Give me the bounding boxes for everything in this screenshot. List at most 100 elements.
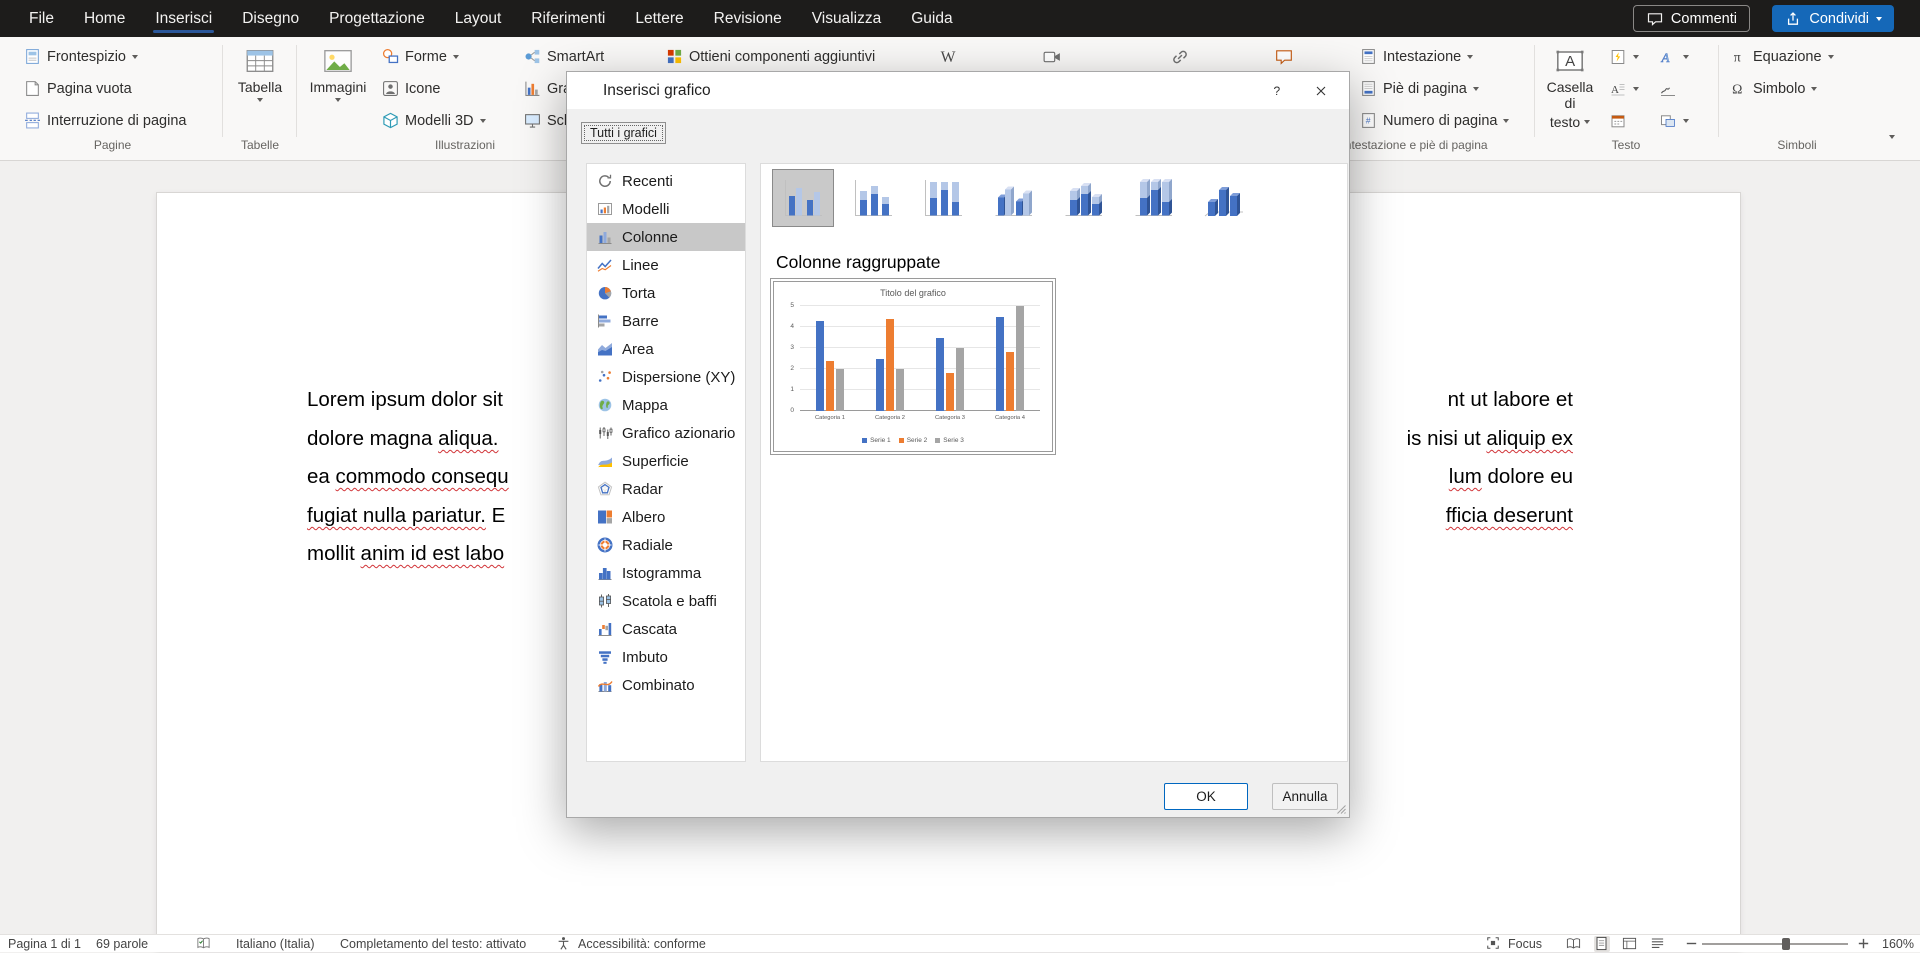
accessibility-icon[interactable] [556,936,572,952]
zoom-out-button[interactable] [1684,936,1700,952]
chart-category-colonne[interactable]: Colonne [587,223,745,251]
menu-tab-disegno[interactable]: Disegno [227,0,314,37]
chart-subtype-thumbnails [772,169,1254,227]
chart-category-barre[interactable]: Barre [587,307,745,335]
web-layout-button-icon[interactable] [1622,936,1638,952]
chart-category-linee[interactable]: Linee [587,251,745,279]
drop-cap-button[interactable]: A [1604,75,1644,102]
text-box-button[interactable]: A Casella di testo [1540,41,1600,137]
link-button[interactable] [1166,43,1194,70]
status-accessibility[interactable]: Accessibilità: conforme [578,935,706,953]
read-mode-button-icon[interactable] [1566,936,1582,952]
menu-tab-revisione[interactable]: Revisione [699,0,797,37]
resize-grip[interactable] [1332,800,1348,816]
chart-category-area[interactable]: Area [587,335,745,363]
3d-models-button[interactable]: Modelli 3D [376,107,491,134]
document-text-line: fficia deserunt [1446,504,1573,528]
chart-category-mappa[interactable]: Mappa [587,391,745,419]
proofing-icon[interactable] [196,936,212,952]
category-label: Dispersione (XY) [622,369,735,386]
menu-tab-visualizza[interactable]: Visualizza [797,0,897,37]
wikipedia-button[interactable]: W [935,43,963,70]
chart-category-albero[interactable]: Albero [587,503,745,531]
chart-subtype-1[interactable] [772,169,834,227]
chart-subtype-4[interactable] [982,169,1044,227]
shapes-button[interactable]: Forme [376,43,464,70]
page-number-button[interactable]: # Numero di pagina [1354,107,1514,134]
date-time-button[interactable] [1604,107,1632,134]
help-button[interactable]: ? [1255,72,1299,109]
chart-category-istogramma[interactable]: Istogramma [587,559,745,587]
focus-button[interactable]: Focus [1508,935,1542,953]
menu-tab-home[interactable]: Home [69,0,140,37]
icons-button[interactable]: Icone [376,75,445,102]
status-page-indicator[interactable]: Pagina 1 di 1 [8,935,81,953]
zoom-slider-thumb[interactable] [1782,938,1790,950]
status-text-completion[interactable]: Completamento del testo: attivato [340,935,526,953]
menu-tab-guida[interactable]: Guida [896,0,967,37]
online-video-button[interactable] [1038,43,1066,70]
zoom-slider[interactable] [1702,943,1848,945]
chart-category-imbuto[interactable]: Imbuto [587,643,745,671]
symbol-button[interactable]: Ω Simbolo [1724,75,1822,102]
pictures-button[interactable]: Immagini [306,41,370,137]
smartart-button[interactable]: SmartArt [518,43,609,70]
chart-category-modelli[interactable]: Modelli [587,195,745,223]
chart-subtype-5[interactable] [1052,169,1114,227]
status-word-count[interactable]: 69 parole [96,935,148,953]
chart-subtype-7[interactable] [1192,169,1254,227]
chart-category-torta[interactable]: Torta [587,279,745,307]
imbuto-chart-icon [597,649,614,666]
cover-page-button[interactable]: Frontespizio [18,43,143,70]
chart-subtype-3[interactable] [912,169,974,227]
cover-page-label: Frontespizio [47,49,126,65]
preview-bar [946,373,954,411]
close-button[interactable] [1299,72,1343,109]
chart-category-radiale[interactable]: Radiale [587,531,745,559]
chart-category-radar[interactable]: Radar [587,475,745,503]
menu-tab-riferimenti[interactable]: Riferimenti [516,0,620,37]
header-button[interactable]: Intestazione [1354,43,1478,70]
chart-category-cascata[interactable]: Cascata [587,615,745,643]
comment-button[interactable] [1270,43,1298,70]
menu-tab-inserisci[interactable]: Inserisci [140,0,227,37]
draft-view-button-icon[interactable] [1650,936,1666,952]
menu-tab-progettazione[interactable]: Progettazione [314,0,440,37]
cancel-button[interactable]: Annulla [1272,783,1338,810]
chart-ytick: 2 [790,365,794,373]
zoom-level[interactable]: 160% [1882,935,1914,953]
page-break-button[interactable]: Interruzione di pagina [18,107,191,134]
chart-preview[interactable]: Titolo del grafico 012345 Categoria 1Cat… [773,281,1053,452]
table-button[interactable]: Tabella [228,41,292,137]
svg-text:π: π [1733,49,1740,64]
chart-category-azionario[interactable]: Grafico azionario [587,419,745,447]
print-layout-button-icon[interactable] [1594,936,1610,952]
quick-parts-button[interactable] [1604,43,1644,70]
menu-tab-file[interactable]: File [14,0,69,37]
chart-category-scatola[interactable]: Scatola e baffi [587,587,745,615]
blank-page-button[interactable]: Pagina vuota [18,75,137,102]
focus-icon[interactable] [1486,936,1502,952]
chart-category-dispersione[interactable]: Dispersione (XY) [587,363,745,391]
chart-category-combinato[interactable]: Combinato [587,671,745,699]
object-button[interactable] [1654,107,1694,134]
chart-subtype-2[interactable] [842,169,904,227]
dialog-titlebar[interactable]: Inserisci grafico ? [567,72,1349,109]
zoom-in-button[interactable] [1856,936,1872,952]
menu-tab-layout[interactable]: Layout [440,0,517,37]
chart-subtype-6[interactable] [1122,169,1184,227]
get-add-ins-button[interactable]: Ottieni componenti aggiuntivi [660,43,880,70]
footer-button[interactable]: Piè di pagina [1354,75,1484,102]
signature-line-button[interactable] [1654,75,1682,102]
ok-button[interactable]: OK [1164,783,1248,810]
tab-all-charts[interactable]: Tutti i grafici [581,122,666,144]
chart-category-superficie[interactable]: Superficie [587,447,745,475]
status-language[interactable]: Italiano (Italia) [236,935,315,953]
share-button[interactable]: Condividi [1772,5,1894,32]
collapse-ribbon-button[interactable] [1884,123,1900,150]
wordart-button[interactable]: A [1654,43,1694,70]
chart-category-recenti[interactable]: Recenti [587,167,745,195]
comments-button[interactable]: Commenti [1633,5,1750,32]
equation-button[interactable]: π Equazione [1724,43,1839,70]
menu-tab-lettere[interactable]: Lettere [620,0,698,37]
